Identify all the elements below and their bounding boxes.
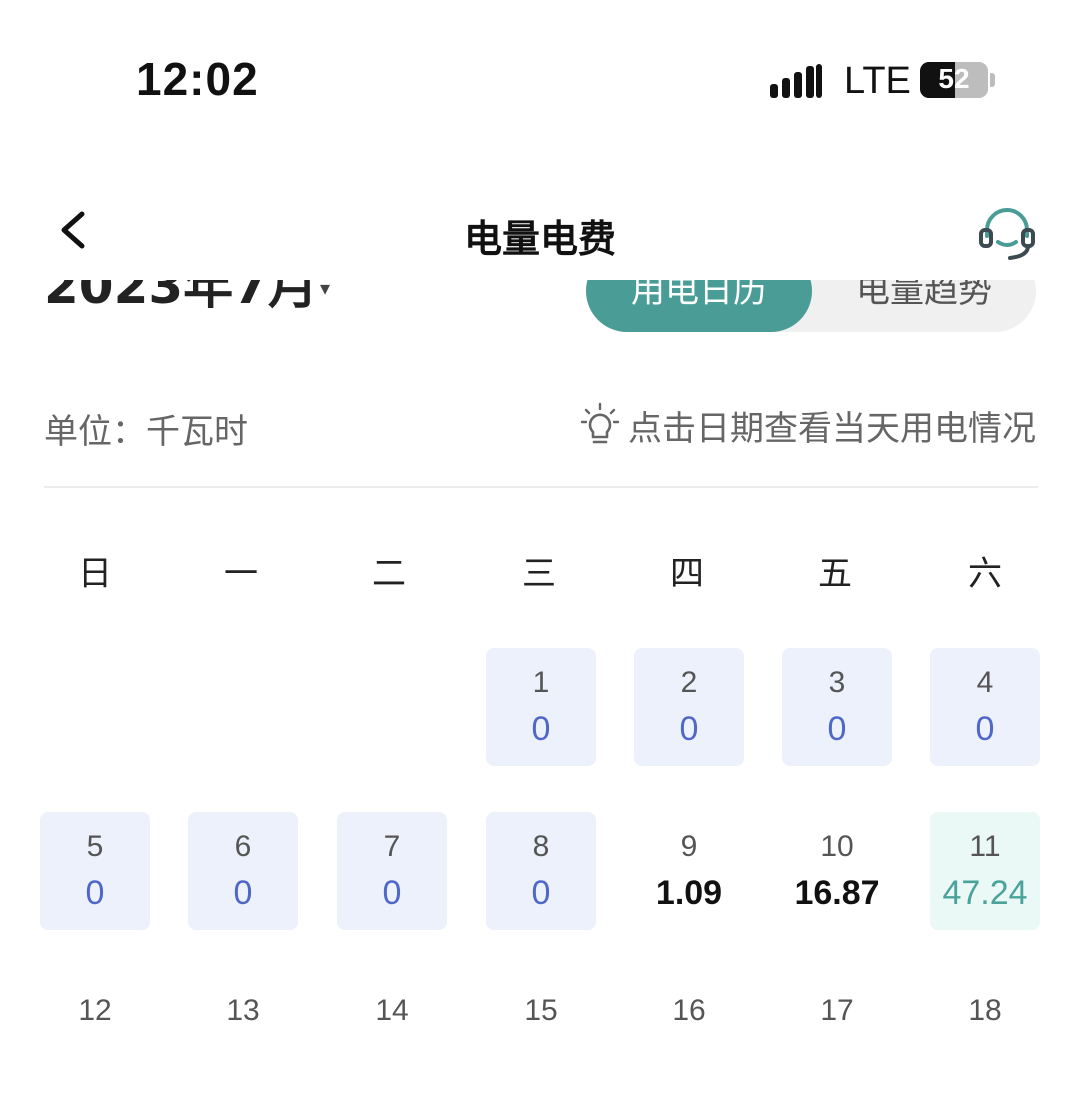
network-type: LTE xyxy=(844,60,911,102)
calendar-day[interactable]: 7 0 xyxy=(337,812,447,930)
weekday-fri: 五 xyxy=(818,554,852,594)
calendar-day[interactable]: 10 16.87 xyxy=(782,812,892,930)
calendar-day[interactable]: 3 0 xyxy=(782,648,892,766)
calendar-day[interactable]: 15 xyxy=(486,976,596,1094)
day-usage: 0 xyxy=(827,710,847,748)
signal-strength-icon xyxy=(770,64,822,98)
day-number: 3 xyxy=(828,666,846,699)
caret-down-icon[interactable]: ▾ xyxy=(320,280,330,300)
unit-label: 单位：千瓦时 xyxy=(44,412,248,452)
divider xyxy=(44,486,1038,488)
day-usage: 0 xyxy=(531,710,551,748)
day-usage: 0 xyxy=(233,874,253,912)
lightbulb-icon xyxy=(580,402,620,444)
day-usage: 0 xyxy=(531,874,551,912)
day-number: 17 xyxy=(820,994,854,1027)
calendar-day[interactable]: 1 0 xyxy=(486,648,596,766)
calendar-day[interactable]: 5 0 xyxy=(40,812,150,930)
calendar-day[interactable]: 17 xyxy=(782,976,892,1094)
calendar-day[interactable]: 11 47.24 xyxy=(930,812,1040,930)
weekday-header: 日 一 二 三 四 五 六 xyxy=(0,540,1080,600)
status-time: 12:02 xyxy=(136,53,259,105)
weekday-thu: 四 xyxy=(670,554,704,594)
tab-usage-calendar[interactable]: 用电日历 xyxy=(586,280,812,332)
day-number: 11 xyxy=(969,830,1001,863)
weekday-sun: 日 xyxy=(78,554,112,594)
nav-bar: 电量电费 xyxy=(0,180,1080,280)
day-number: 14 xyxy=(375,994,409,1027)
hint: 点击日期查看当天用电情况 xyxy=(580,400,1036,450)
calendar-day[interactable]: 2 0 xyxy=(634,648,744,766)
customer-service-headset-icon[interactable] xyxy=(976,202,1038,264)
calendar-day[interactable]: 12 xyxy=(40,976,150,1094)
hint-text: 点击日期查看当天用电情况 xyxy=(628,408,1036,449)
day-number: 10 xyxy=(820,830,854,863)
day-number: 1 xyxy=(532,666,550,699)
day-number: 2 xyxy=(680,666,698,699)
status-bar: 12:02 LTE 52 xyxy=(0,0,1080,160)
battery-tip xyxy=(990,73,995,87)
calendar-day[interactable]: 16 xyxy=(634,976,744,1094)
calendar-day[interactable]: 4 0 xyxy=(930,648,1040,766)
calendar-day[interactable]: 14 xyxy=(337,976,447,1094)
day-number: 18 xyxy=(968,994,1002,1027)
day-usage: 47.24 xyxy=(942,874,1028,912)
day-number: 15 xyxy=(524,994,558,1027)
calendar-day[interactable]: 8 0 xyxy=(486,812,596,930)
month-selector[interactable]: 2023年7月 xyxy=(44,280,318,318)
day-number: 13 xyxy=(226,994,260,1027)
day-number: 16 xyxy=(672,994,706,1027)
weekday-wed: 三 xyxy=(522,554,556,594)
day-usage: 0 xyxy=(382,874,402,912)
day-number: 5 xyxy=(86,830,104,863)
day-number: 4 xyxy=(976,666,994,699)
day-number: 6 xyxy=(234,830,252,863)
day-usage: 0 xyxy=(85,874,105,912)
calendar-header: 2023年7月 ▾ 用电日历 电量趋势 xyxy=(0,280,1080,342)
day-number: 8 xyxy=(532,830,550,863)
weekday-sat: 六 xyxy=(968,554,1002,594)
weekday-mon: 一 xyxy=(224,554,258,594)
page-title: 电量电费 xyxy=(463,217,616,261)
day-number: 12 xyxy=(78,994,112,1027)
day-number: 7 xyxy=(383,830,401,863)
day-usage: 0 xyxy=(679,710,699,748)
calendar-day[interactable]: 18 xyxy=(930,976,1040,1094)
battery-percent: 52 xyxy=(938,63,970,94)
tab-usage-trend[interactable]: 电量趋势 xyxy=(812,280,1036,332)
view-segmented-control: 用电日历 电量趋势 xyxy=(586,280,1036,332)
day-usage: 1.09 xyxy=(655,874,723,912)
weekday-tue: 二 xyxy=(372,554,406,594)
calendar-day[interactable]: 6 0 xyxy=(188,812,298,930)
battery-icon: 52 xyxy=(920,62,988,98)
calendar-day[interactable]: 9 1.09 xyxy=(634,812,744,930)
day-usage: 0 xyxy=(975,710,995,748)
day-usage: 16.87 xyxy=(794,874,880,912)
calendar-day[interactable]: 13 xyxy=(188,976,298,1094)
day-number: 9 xyxy=(680,830,698,863)
